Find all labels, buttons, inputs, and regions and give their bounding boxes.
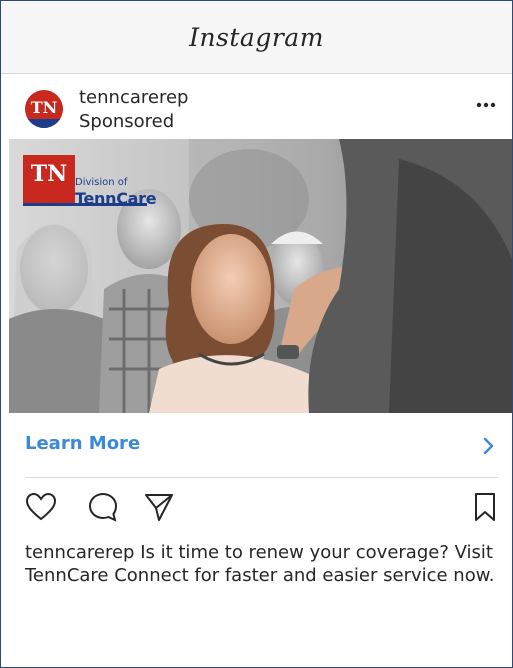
tenncare-logo-mark: TN <box>23 155 75 205</box>
chevron-right-icon <box>483 437 494 455</box>
logo-division-text: Division of <box>75 177 128 188</box>
instagram-post-frame: Instagram TN tenncarerep Sponsored TN Di… <box>0 0 513 668</box>
sponsored-label: Sponsored <box>79 111 175 132</box>
post-header: TN tenncarerep Sponsored <box>1 73 512 139</box>
heart-icon[interactable] <box>25 491 57 523</box>
logo-mark-text: TN <box>30 161 68 187</box>
post-actions <box>1 489 512 533</box>
post-username[interactable]: tenncarerep <box>79 87 188 108</box>
post-image[interactable]: TN Division of TennCare <box>9 139 512 413</box>
avatar[interactable]: TN <box>25 90 63 128</box>
post-caption: tenncarerep Is it time to renew your cov… <box>25 541 505 587</box>
app-title: Instagram <box>189 22 324 52</box>
avatar-logo-text: TN <box>30 98 58 117</box>
caption-username[interactable]: tenncarerep <box>25 542 134 563</box>
logo-name-text: TennCare <box>75 189 157 208</box>
comment-icon[interactable] <box>87 491 119 523</box>
bookmark-icon[interactable] <box>473 491 497 523</box>
learn-more-cta[interactable]: Learn More <box>1 413 512 477</box>
more-icon[interactable] <box>476 95 496 115</box>
share-icon[interactable] <box>143 491 175 523</box>
cta-divider <box>25 477 498 478</box>
app-header: Instagram <box>1 1 512 74</box>
learn-more-label: Learn More <box>25 433 141 454</box>
avatar-stripe <box>25 119 63 128</box>
